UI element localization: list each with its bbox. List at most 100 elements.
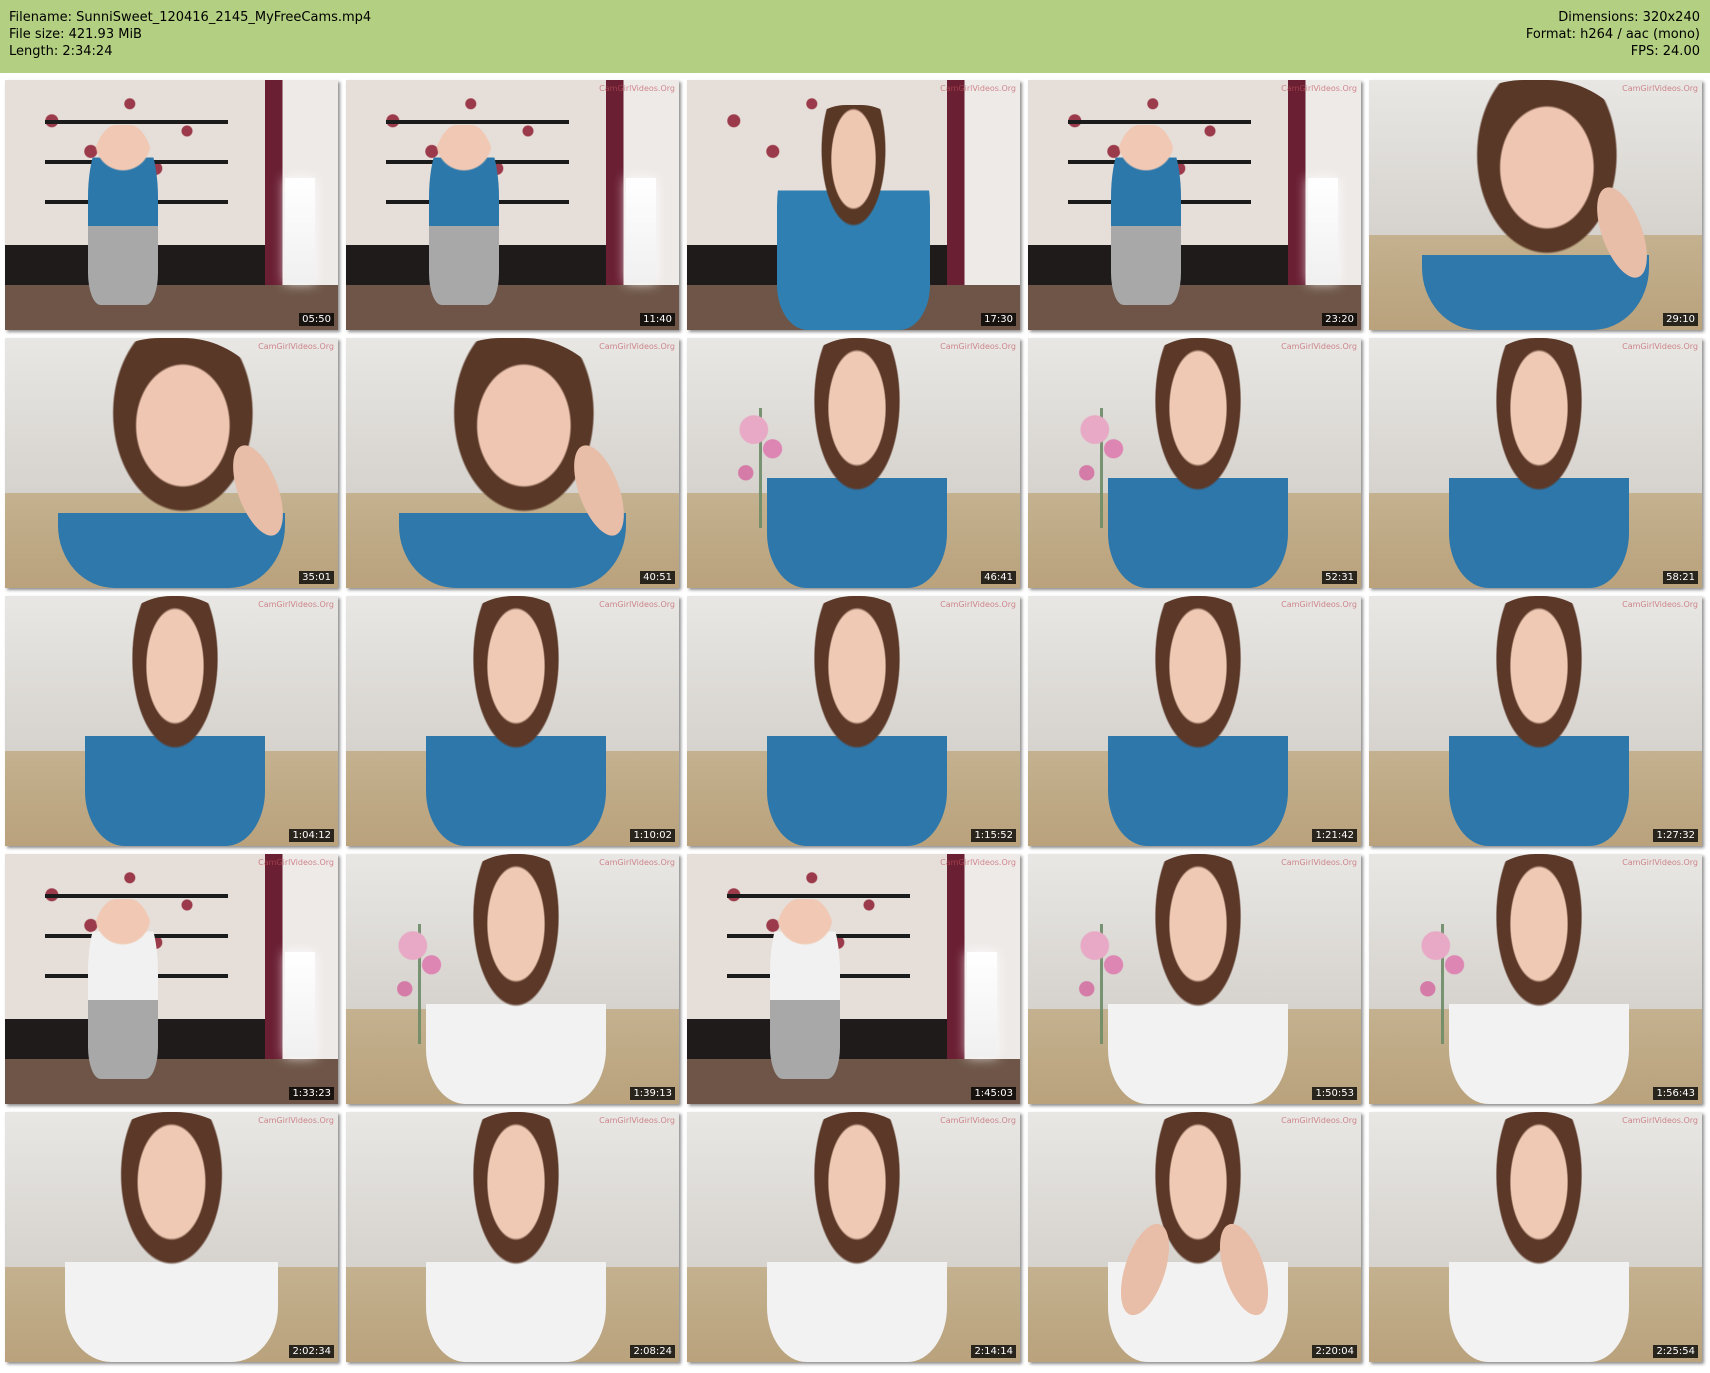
thumbnail-timestamp: 1:27:32	[1653, 829, 1698, 842]
person-portrait	[1107, 1112, 1288, 1362]
wall-shelf	[1067, 120, 1252, 124]
thumbnail-image	[1028, 596, 1361, 846]
person-portrait	[425, 854, 606, 1104]
video-thumbnail: CamGirlVideos.Org 1:27:32	[1369, 596, 1702, 846]
thumbnail-image	[1369, 338, 1702, 588]
thumbnail-timestamp: 1:39:13	[630, 1087, 675, 1100]
floor-lamp	[284, 177, 315, 283]
thumbnail-image	[5, 80, 338, 330]
video-thumbnail: CamGirlVideos.Org 1:15:52	[687, 596, 1020, 846]
thumbnail-image	[687, 854, 1020, 1104]
video-thumbnail: CamGirlVideos.Org 17:30	[687, 80, 1020, 330]
video-thumbnail: CamGirlVideos.Org 1:45:03	[687, 854, 1020, 1104]
watermark-text: CamGirlVideos.Org	[1622, 342, 1698, 351]
thumbnail-image	[1028, 338, 1361, 588]
thumbnail-timestamp: 17:30	[981, 313, 1016, 326]
video-thumbnail: CamGirlVideos.Org 1:04:12	[5, 596, 338, 846]
thumbnail-timestamp: 52:31	[1322, 571, 1357, 584]
person-figure	[1111, 125, 1182, 305]
thumbnail-timestamp: 2:08:24	[630, 1345, 675, 1358]
watermark-text: CamGirlVideos.Org	[940, 600, 1016, 609]
video-thumbnail: CamGirlVideos.Org 58:21	[1369, 338, 1702, 588]
watermark-text: CamGirlVideos.Org	[258, 1116, 334, 1125]
video-thumbnail: CamGirlVideos.Org 1:39:13	[346, 854, 679, 1104]
person-portrait	[766, 1112, 947, 1362]
thumbnail-image	[346, 80, 679, 330]
video-thumbnail: CamGirlVideos.Org 35:01	[5, 338, 338, 588]
thumbnail-timestamp: 46:41	[981, 571, 1016, 584]
watermark-text: CamGirlVideos.Org	[599, 1116, 675, 1125]
thumbnail-timestamp: 40:51	[640, 571, 675, 584]
thumbnail-timestamp: 29:10	[1663, 313, 1698, 326]
video-thumbnail: 05:50	[5, 80, 338, 330]
thumbnail-image	[5, 854, 338, 1104]
video-thumbnail: CamGirlVideos.Org 2:25:54	[1369, 1112, 1702, 1362]
watermark-text: CamGirlVideos.Org	[1622, 1116, 1698, 1125]
thumbnail-image	[687, 338, 1020, 588]
thumbnail-image	[5, 338, 338, 588]
thumbnail-timestamp: 2:20:04	[1312, 1345, 1357, 1358]
person-figure	[770, 899, 841, 1079]
person-portrait	[1107, 854, 1288, 1104]
video-thumbnail: CamGirlVideos.Org 1:10:02	[346, 596, 679, 846]
thumbnail-timestamp: 1:04:12	[289, 829, 334, 842]
video-thumbnail: CamGirlVideos.Org 1:33:23	[5, 854, 338, 1104]
video-thumbnail: CamGirlVideos.Org 29:10	[1369, 80, 1702, 330]
video-thumbnail: CamGirlVideos.Org 52:31	[1028, 338, 1361, 588]
watermark-text: CamGirlVideos.Org	[1281, 1116, 1357, 1125]
thumbnail-grid: 05:50 CamGirlVideos.Org 11:40 CamGirlVide…	[0, 80, 1710, 1373]
thumbnail-timestamp: 58:21	[1663, 571, 1698, 584]
thumbnail-image	[1028, 1112, 1361, 1362]
watermark-text: CamGirlVideos.Org	[940, 1116, 1016, 1125]
video-thumbnail: CamGirlVideos.Org 1:50:53	[1028, 854, 1361, 1104]
watermark-text: CamGirlVideos.Org	[1281, 342, 1357, 351]
thumbnail-image	[346, 854, 679, 1104]
thumbnail-timestamp: 2:14:14	[971, 1345, 1016, 1358]
person-portrait	[766, 338, 947, 588]
thumbnail-image	[1028, 80, 1361, 330]
thumbnail-timestamp: 2:02:34	[289, 1345, 334, 1358]
floor-lamp	[284, 951, 315, 1057]
watermark-text: CamGirlVideos.Org	[1622, 84, 1698, 93]
thumbnail-timestamp: 1:21:42	[1312, 829, 1357, 842]
wall-shelf	[726, 894, 911, 898]
thumbnail-timestamp: 05:50	[299, 313, 334, 326]
person-portrait	[425, 596, 606, 846]
person-portrait	[766, 596, 947, 846]
thumbnail-image	[1369, 596, 1702, 846]
wood-floor	[5, 285, 338, 330]
person-figure	[88, 125, 159, 305]
person-portrait	[1107, 596, 1288, 846]
thumbnail-timestamp: 35:01	[299, 571, 334, 584]
watermark-text: CamGirlVideos.Org	[258, 342, 334, 351]
watermark-text: CamGirlVideos.Org	[258, 600, 334, 609]
person-figure	[429, 125, 500, 305]
thumbnail-timestamp: 1:15:52	[971, 829, 1016, 842]
dimensions-text: Dimensions: 320x240	[1558, 10, 1700, 25]
thumbnail-image	[1028, 854, 1361, 1104]
thumbnail-image	[687, 596, 1020, 846]
thumbnail-timestamp: 23:20	[1322, 313, 1357, 326]
watermark-text: CamGirlVideos.Org	[1281, 600, 1357, 609]
wood-floor	[1028, 285, 1361, 330]
floor-lamp	[1307, 177, 1338, 283]
person-portrait	[84, 596, 265, 846]
watermark-text: CamGirlVideos.Org	[940, 858, 1016, 867]
floor-lamp	[625, 177, 656, 283]
thumbnail-image	[1369, 80, 1702, 330]
video-thumbnail: CamGirlVideos.Org 1:56:43	[1369, 854, 1702, 1104]
thumbnail-image	[5, 596, 338, 846]
person-portrait	[1448, 854, 1629, 1104]
video-info-header: Filename: SunniSweet_120416_2145_MyFreeC…	[0, 0, 1710, 73]
wall-shelf	[385, 120, 570, 124]
length-text: Length: 2:34:24	[9, 44, 113, 59]
thumbnail-timestamp: 1:33:23	[289, 1087, 334, 1100]
thumbnail-image	[346, 596, 679, 846]
fps-text: FPS: 24.00	[1630, 44, 1700, 59]
video-thumbnail: CamGirlVideos.Org 2:08:24	[346, 1112, 679, 1362]
thumbnail-timestamp: 11:40	[640, 313, 675, 326]
watermark-text: CamGirlVideos.Org	[599, 858, 675, 867]
person-portrait	[1448, 596, 1629, 846]
thumbnail-image	[1369, 1112, 1702, 1362]
watermark-text: CamGirlVideos.Org	[940, 342, 1016, 351]
